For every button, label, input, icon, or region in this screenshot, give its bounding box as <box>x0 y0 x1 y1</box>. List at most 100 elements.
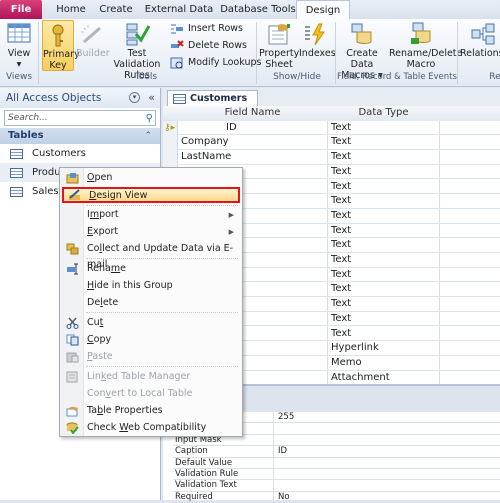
insert-rows-button[interactable]: Insert Rows <box>170 21 243 37</box>
data-type-cell[interactable]: Text <box>328 150 439 165</box>
nav-item-customers[interactable]: Customers <box>0 144 160 163</box>
column-divider <box>273 446 274 458</box>
menu-item-convert-to-local-table[interactable]: Convert to Local Table <box>62 386 240 402</box>
menu-item-import[interactable]: Import ▶ <box>62 207 240 223</box>
property-row[interactable]: Validation Text <box>173 480 500 492</box>
data-type-cell[interactable]: Text <box>328 135 439 150</box>
field-row[interactable]: LastName Text <box>163 150 500 165</box>
primary-key-button[interactable]: Primary Key <box>42 20 80 71</box>
property-name: Required <box>175 491 213 502</box>
menu-item-hide-in-this-group[interactable]: Hide in this Group <box>62 278 240 294</box>
menu-item-paste[interactable]: Paste <box>62 349 240 365</box>
data-type-cell[interactable]: Text <box>328 253 439 268</box>
collapse-group-icon[interactable]: ⌃ <box>144 128 152 144</box>
nav-menu-dropdown-icon[interactable]: ▾ <box>129 92 140 103</box>
menu-item-label: Import <box>87 209 119 220</box>
search-icon[interactable]: ⚲ <box>146 112 153 126</box>
group-label-views: Views <box>5 72 33 82</box>
data-type-cell[interactable]: Text <box>328 194 439 209</box>
property-value[interactable]: No <box>278 492 290 503</box>
collapse-pane-icon[interactable]: « <box>148 88 155 108</box>
property-sheet-button[interactable]: Property Sheet <box>259 22 299 70</box>
data-type-cell[interactable]: Text <box>328 327 439 342</box>
property-row[interactable]: Required No <box>173 491 500 503</box>
view-button[interactable]: View ▾ <box>4 22 34 70</box>
primary-key-label: Primary Key <box>43 49 80 71</box>
property-row[interactable]: Validation Rule <box>173 469 500 481</box>
group-label-tools: Tools <box>134 72 158 82</box>
row-selector[interactable] <box>163 135 178 151</box>
modify-lookups-button[interactable]: Modify Lookups <box>170 55 261 71</box>
tab-create[interactable]: Create <box>94 0 138 19</box>
rename-macro-icon <box>408 22 434 46</box>
field-row[interactable]: ⚷▸ ID Text <box>163 120 500 136</box>
data-type-cell[interactable]: Attachment <box>328 371 439 384</box>
field-row[interactable]: Company Text <box>163 135 500 151</box>
menu-item-copy[interactable]: Copy <box>62 332 240 348</box>
data-type-cell[interactable]: Text <box>328 209 439 224</box>
delete-rows-button[interactable]: Delete Rows <box>170 38 247 54</box>
data-type-cell[interactable]: Text <box>328 165 439 180</box>
data-type-cell[interactable]: Text <box>328 268 439 283</box>
tab-external-data[interactable]: External Data <box>140 0 218 19</box>
tab-home[interactable]: Home <box>48 0 94 19</box>
table-icon <box>173 94 186 104</box>
nav-pane-header[interactable]: All Access Objects ▾ « <box>0 88 160 108</box>
insert-rows-label: Insert Rows <box>188 23 243 34</box>
data-type-cell[interactable]: Text <box>328 238 439 253</box>
field-name-cell[interactable]: LastName <box>178 150 327 165</box>
builder-button[interactable]: Builder <box>76 22 110 59</box>
property-row[interactable]: Caption ID <box>173 446 500 458</box>
group-label-show-hide: Show/Hide <box>273 72 321 82</box>
tab-design[interactable]: Design <box>296 0 350 20</box>
group-divider <box>457 22 458 84</box>
menu-item-linked-table-manager[interactable]: Linked Table Manager <box>62 369 240 385</box>
menu-item-export[interactable]: Export ▶ <box>62 224 240 240</box>
group-divider <box>256 22 257 84</box>
nav-pane-title: All Access Objects <box>6 92 102 104</box>
property-row[interactable]: Default Value <box>173 457 500 469</box>
context-menu: Open Design View Import ▶ Export ▶ Collect and… <box>59 167 243 437</box>
menu-item-rename[interactable]: Rename <box>62 261 240 277</box>
scissors-icon <box>66 317 79 329</box>
menu-item-cut[interactable]: Cut <box>62 315 240 331</box>
data-type-cell[interactable]: Text <box>328 297 439 312</box>
data-type-cell[interactable]: Text <box>328 282 439 297</box>
menu-item-open[interactable]: Open <box>62 170 240 186</box>
menu-item-label: Paste <box>87 351 113 362</box>
row-selector[interactable] <box>163 150 178 165</box>
key-icon <box>45 23 71 47</box>
data-type-cell[interactable]: Text <box>328 121 439 136</box>
menu-item-check-web-compatibility[interactable]: Check Web Compatibility <box>62 420 240 436</box>
data-type-cell[interactable]: Text <box>328 224 439 239</box>
view-label: View <box>7 48 31 59</box>
linked-table-icon <box>66 371 79 383</box>
tab-database-tools[interactable]: Database Tools <box>218 0 298 19</box>
row-selector[interactable]: ⚷▸ <box>163 120 178 136</box>
data-type-cell[interactable]: Text <box>328 312 439 327</box>
data-type-cell[interactable]: Hyperlink <box>328 341 439 356</box>
indexes-button[interactable]: Indexes <box>299 22 336 59</box>
data-type-cell[interactable]: Text <box>328 180 439 195</box>
relationships-button[interactable]: Relationsh <box>460 22 500 59</box>
menu-item-collect-and-update-data-via-e-mail[interactable]: Collect and Update Data via E-mail <box>62 241 240 270</box>
nav-group-tables[interactable]: Tables ⌃ <box>0 128 160 144</box>
property-value[interactable]: ID <box>278 446 287 457</box>
menu-separator <box>86 205 238 206</box>
field-name-cell[interactable]: Company <box>178 135 327 150</box>
macro-scroll-icon <box>349 22 375 46</box>
nav-item-label: Customers <box>32 148 86 159</box>
document-tab-customers[interactable]: Customers <box>167 90 259 106</box>
nav-search-input[interactable]: Search... ⚲ <box>4 110 156 126</box>
menu-item-delete[interactable]: Delete <box>62 295 240 311</box>
rename-delete-macro-button[interactable]: Rename/Delete Macro <box>389 22 462 70</box>
column-divider <box>273 457 274 469</box>
menu-item-label: Linked Table Manager <box>87 371 191 382</box>
menu-item-design-view[interactable]: Design View <box>62 187 240 203</box>
column-header-description <box>440 106 500 121</box>
menu-item-table-properties[interactable]: Table Properties <box>62 403 240 419</box>
data-type-cell[interactable]: Memo <box>328 356 439 371</box>
tab-file[interactable]: File <box>0 0 42 19</box>
rename-icon <box>66 263 79 275</box>
property-value[interactable]: 255 <box>278 412 294 423</box>
